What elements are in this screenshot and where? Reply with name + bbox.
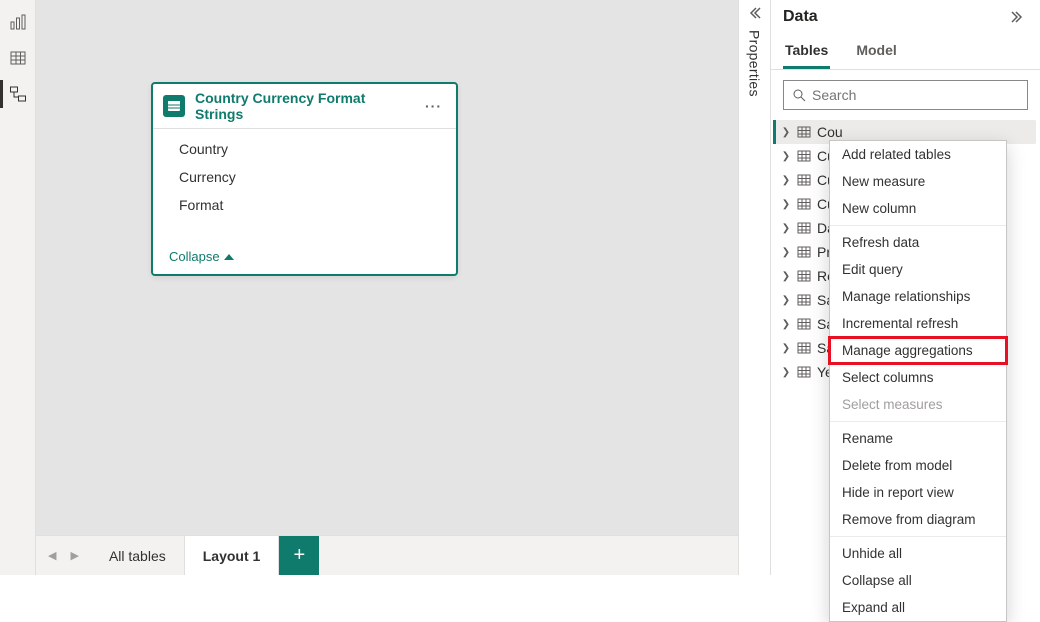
table-icon — [797, 293, 811, 307]
context-menu-item[interactable]: Rename — [830, 425, 1006, 452]
table-card-icon — [163, 95, 185, 117]
table-icon — [9, 49, 27, 67]
tab-layout1[interactable]: Layout 1 — [185, 536, 280, 575]
chevron-right-icon[interactable]: ❯ — [781, 367, 791, 378]
table-card-collapse-button[interactable]: Collapse — [153, 243, 456, 274]
context-menu-separator — [830, 421, 1006, 422]
context-menu-item[interactable]: New column — [830, 195, 1006, 222]
bar-chart-icon — [9, 13, 27, 31]
context-menu-item[interactable]: New measure — [830, 168, 1006, 195]
context-menu: Add related tablesNew measureNew column R… — [829, 140, 1007, 622]
properties-label[interactable]: Properties — [747, 26, 763, 97]
table-card-more-button[interactable]: ··· — [421, 98, 446, 114]
chevron-right-icon[interactable]: ❯ — [781, 343, 791, 354]
diagram-surface[interactable]: Country Currency Format Strings ··· Coun… — [36, 0, 738, 535]
context-menu-item[interactable]: Refresh data — [830, 229, 1006, 256]
context-menu-separator — [830, 536, 1006, 537]
table-icon — [797, 197, 811, 211]
context-menu-item[interactable]: Expand all — [830, 594, 1006, 621]
table-icon — [797, 173, 811, 187]
table-icon — [797, 245, 811, 259]
context-menu-item: Select measures — [830, 391, 1006, 418]
data-search-box[interactable] — [783, 80, 1028, 110]
context-menu-item[interactable]: Add related tables — [830, 141, 1006, 168]
chevron-right-icon[interactable]: ❯ — [781, 175, 791, 186]
context-menu-item[interactable]: Unhide all — [830, 540, 1006, 567]
data-tab-tables[interactable]: Tables — [783, 32, 830, 69]
layout-tab-bar: ◀ ▶ All tables Layout 1 + — [36, 535, 738, 575]
context-menu-item[interactable]: Select columns — [830, 364, 1006, 391]
model-icon — [9, 85, 27, 103]
table-icon — [797, 269, 811, 283]
search-icon — [792, 88, 806, 102]
chevron-right-icon[interactable]: ❯ — [781, 223, 791, 234]
properties-strip: Properties — [738, 0, 770, 575]
chevron-up-icon — [224, 254, 234, 260]
context-menu-separator — [830, 225, 1006, 226]
table-card-country-currency[interactable]: Country Currency Format Strings ··· Coun… — [151, 82, 458, 276]
chevron-right-icon[interactable]: ❯ — [781, 127, 791, 138]
table-icon — [797, 317, 811, 331]
properties-collapse-button[interactable] — [748, 0, 762, 26]
tab-nav-right[interactable]: ▶ — [66, 545, 82, 566]
data-pane-tabs: Tables Model — [771, 28, 1040, 70]
context-menu-item[interactable]: Incremental refresh — [830, 310, 1006, 337]
context-menu-item[interactable]: Delete from model — [830, 452, 1006, 479]
tree-table-label: Cou — [817, 124, 1036, 140]
data-pane-expand-button[interactable] — [1006, 6, 1028, 28]
model-canvas: Country Currency Format Strings ··· Coun… — [36, 0, 738, 575]
table-field[interactable]: Currency — [153, 163, 456, 191]
table-card-title: Country Currency Format Strings — [195, 90, 411, 122]
table-field[interactable]: Format — [153, 191, 456, 219]
data-pane-title: Data — [783, 8, 818, 26]
chevron-right-icon[interactable]: ❯ — [781, 151, 791, 162]
table-icon — [797, 149, 811, 163]
tab-nav-left[interactable]: ◀ — [44, 545, 60, 566]
chevron-right-icon[interactable]: ❯ — [781, 271, 791, 282]
chevron-right-icon[interactable]: ❯ — [781, 247, 791, 258]
table-icon — [797, 125, 811, 139]
chevron-right-icon[interactable]: ❯ — [781, 295, 791, 306]
table-field[interactable]: Country — [153, 135, 456, 163]
context-menu-item[interactable]: Remove from diagram — [830, 506, 1006, 533]
data-view-button[interactable] — [0, 40, 36, 76]
table-card-header[interactable]: Country Currency Format Strings ··· — [153, 84, 456, 129]
model-view-button[interactable] — [0, 76, 36, 112]
chevron-right-icon[interactable]: ❯ — [781, 319, 791, 330]
context-menu-item[interactable]: Hide in report view — [830, 479, 1006, 506]
chevron-right-icon[interactable]: ❯ — [781, 199, 791, 210]
context-menu-item[interactable]: Edit query — [830, 256, 1006, 283]
data-tab-model[interactable]: Model — [854, 32, 898, 69]
context-menu-item[interactable]: Collapse all — [830, 567, 1006, 594]
table-card-fields: Country Currency Format — [153, 129, 456, 243]
tab-add-button[interactable]: + — [279, 536, 319, 575]
table-icon — [797, 221, 811, 235]
chevron-double-right-icon — [1010, 10, 1024, 24]
context-menu-item[interactable]: Manage relationships — [830, 283, 1006, 310]
table-icon — [797, 365, 811, 379]
tab-all-tables[interactable]: All tables — [91, 536, 185, 575]
report-view-button[interactable] — [0, 4, 36, 40]
collapse-label: Collapse — [169, 249, 220, 264]
context-menu-item[interactable]: Manage aggregations — [830, 337, 1006, 364]
search-input[interactable] — [812, 87, 1019, 103]
table-icon — [797, 341, 811, 355]
chevron-double-left-icon — [748, 6, 762, 20]
left-view-rail — [0, 0, 36, 575]
